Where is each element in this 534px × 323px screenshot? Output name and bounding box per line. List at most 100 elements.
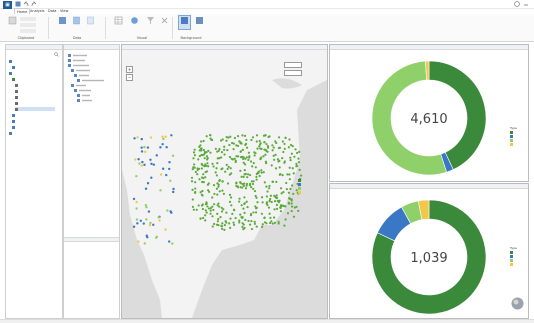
- tree-item[interactable]: [9, 71, 13, 75]
- chart-legend: Type: [510, 126, 517, 146]
- tree-item[interactable]: [12, 119, 16, 123]
- map-marker: [295, 162, 298, 165]
- map-marker: [265, 185, 268, 188]
- map-marker: [243, 196, 246, 199]
- map-marker: [242, 161, 245, 164]
- zoom-in-button[interactable]: +: [126, 66, 133, 73]
- zoom-out-button[interactable]: −: [126, 74, 133, 81]
- refresh-button[interactable]: [70, 16, 82, 25]
- map-marker: [280, 192, 283, 195]
- map-marker: [159, 189, 162, 192]
- tree-item[interactable]: [15, 101, 19, 105]
- map-marker: [197, 204, 200, 207]
- tree-item[interactable]: [12, 113, 16, 117]
- tree-item-selected[interactable]: [15, 107, 55, 111]
- search-icon[interactable]: [54, 52, 59, 57]
- map-marker: [251, 136, 255, 139]
- donut-chart[interactable]: 4,610: [368, 57, 490, 179]
- map-marker: [200, 204, 204, 207]
- edit-data-button[interactable]: [84, 16, 96, 25]
- chart-visual-button[interactable]: [128, 16, 140, 25]
- layer-tree[interactable]: [66, 53, 114, 123]
- tree-item[interactable]: [9, 59, 13, 63]
- map-marker: [284, 218, 287, 221]
- tree-item[interactable]: [15, 95, 19, 99]
- map-marker: [254, 211, 258, 214]
- map-marker: [164, 135, 167, 138]
- copy-button[interactable]: [20, 23, 36, 27]
- map-marker: [216, 220, 219, 223]
- filter-header[interactable]: [64, 237, 119, 242]
- map-tool-button[interactable]: [284, 62, 302, 68]
- tree-item[interactable]: [12, 77, 16, 81]
- map-marker: [145, 206, 148, 209]
- map-marker: [248, 155, 251, 158]
- map-marker: [281, 174, 284, 177]
- tree-item[interactable]: [15, 89, 19, 93]
- background-image-button[interactable]: [193, 16, 205, 25]
- save-icon[interactable]: [15, 1, 21, 7]
- map-marker: [295, 165, 298, 168]
- map-marker: [275, 203, 279, 207]
- map-marker: [220, 206, 223, 209]
- map-marker: [230, 204, 233, 207]
- new-data-button[interactable]: [56, 16, 68, 25]
- remove-visual-button[interactable]: [158, 16, 170, 25]
- tree-item[interactable]: [12, 125, 16, 129]
- map-marker: [193, 154, 197, 157]
- map-tool-button[interactable]: [284, 70, 302, 76]
- map-marker: [216, 193, 219, 196]
- map-marker: [212, 165, 215, 168]
- map-marker: [148, 223, 152, 227]
- donut-chart[interactable]: 1,039: [368, 196, 490, 318]
- map-marker: [241, 216, 244, 219]
- minimize-icon[interactable]: [523, 1, 529, 7]
- map-marker: [205, 151, 208, 154]
- map-marker: [157, 216, 160, 219]
- tree-item[interactable]: [15, 83, 19, 87]
- map-marker: [297, 157, 300, 160]
- map-marker: [239, 186, 242, 189]
- map-marker: [201, 207, 204, 211]
- field-icon: [15, 83, 18, 87]
- map-marker: [269, 216, 272, 219]
- map-marker: [256, 201, 259, 204]
- help-icon[interactable]: [514, 1, 520, 7]
- map-marker: [291, 145, 294, 148]
- map-marker: [273, 200, 277, 203]
- map-marker: [244, 187, 248, 190]
- tree-item[interactable]: [12, 65, 16, 69]
- map-marker: [206, 183, 210, 186]
- map-marker: [223, 228, 226, 231]
- background-map-button[interactable]: [178, 15, 191, 30]
- donut-center-value: 4,610: [410, 112, 447, 127]
- map-marker: [250, 219, 253, 223]
- group-visual-label: Visual: [136, 36, 148, 40]
- map-marker: [261, 223, 264, 226]
- map-marker: [204, 176, 207, 179]
- map-marker: [144, 187, 148, 190]
- map-marker: [256, 147, 259, 150]
- map-marker: [135, 207, 138, 210]
- cut-button[interactable]: [20, 17, 36, 21]
- table-visual-button[interactable]: [112, 16, 124, 25]
- map-marker: [258, 145, 261, 148]
- filter-button[interactable]: [144, 16, 156, 25]
- map-marker: [293, 206, 296, 209]
- redo-icon[interactable]: [31, 1, 37, 7]
- map-marker: [290, 152, 293, 155]
- undo-icon[interactable]: [23, 1, 29, 7]
- globe-icon[interactable]: [511, 297, 524, 310]
- table-icon: [12, 65, 15, 69]
- map-marker: [239, 213, 242, 216]
- map-view[interactable]: [122, 50, 327, 318]
- tree-item[interactable]: [9, 131, 13, 135]
- map-marker: [289, 187, 292, 191]
- map-marker: [201, 180, 204, 184]
- map-marker: [238, 197, 241, 200]
- format-painter-button[interactable]: [20, 29, 36, 33]
- paste-button[interactable]: [6, 16, 18, 25]
- database-icon: [58, 17, 66, 24]
- map-marker: [282, 190, 285, 194]
- map-marker: [193, 191, 197, 194]
